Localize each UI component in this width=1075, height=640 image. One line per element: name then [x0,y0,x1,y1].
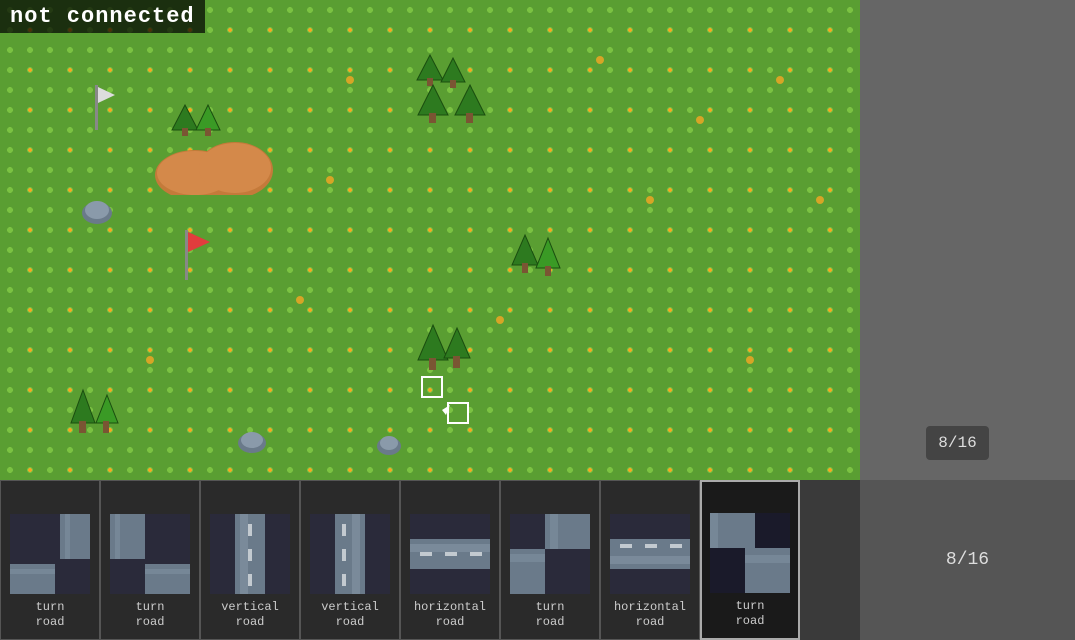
rock-2 [235,425,270,455]
sidebar-bottom: 8/16 [860,480,1075,640]
flag-1 [85,85,125,135]
tile-counter: 8/16 [926,426,988,460]
tile-7-label: turnroad [736,599,765,630]
tile-0-label: turnroad [36,600,65,631]
sidebar-counter: 8/16 [946,550,989,570]
tile-6[interactable]: horizontalroad [600,480,700,640]
rock-1 [80,195,115,225]
tile-3-label: verticalroad [321,600,379,631]
tile-4-label: horizontalroad [414,600,486,631]
tile-toolbar: turnroad turnroad [0,480,860,640]
tile-2-label: verticalroad [221,600,279,631]
tile-1-label: turnroad [136,600,165,631]
tree-group-6 [65,385,125,450]
tile-4[interactable]: horizontalroad [400,480,500,640]
tile-5[interactable]: turnroad [500,480,600,640]
selection-cursor [420,375,470,425]
tree-group-2 [415,80,495,135]
tile-7[interactable]: turnroad [700,480,800,640]
tile-3-preview [310,514,390,594]
tile-1[interactable]: turnroad [100,480,200,640]
rock-3 [375,430,405,458]
tile-0-preview [10,514,90,594]
flag-2 [175,230,220,285]
tile-5-label: turnroad [536,600,565,631]
tile-5-preview [510,514,590,594]
tile-2-preview [210,514,290,594]
tile-0[interactable]: turnroad [0,480,100,640]
right-sidebar: 8/16 [860,0,1075,480]
tile-4-preview [410,514,490,594]
tile-1-preview [110,514,190,594]
tile-6-preview [610,514,690,594]
connection-status: not connected [0,0,205,33]
tile-7-preview [710,513,790,593]
hills [155,125,275,195]
tree-group-4 [510,230,565,290]
tile-2[interactable]: verticalroad [200,480,300,640]
tile-3[interactable]: verticalroad [300,480,400,640]
game-map[interactable]: not connected [0,0,860,480]
tile-6-label: horizontalroad [614,600,686,631]
